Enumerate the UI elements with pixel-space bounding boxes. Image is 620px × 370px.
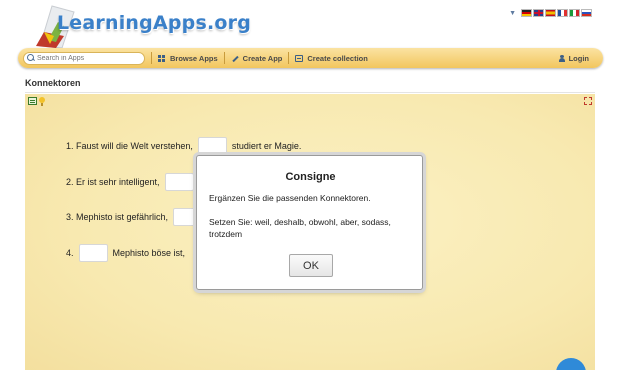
flag-ru-icon[interactable] [581, 9, 592, 17]
page-title: Konnektoren [25, 78, 81, 88]
lightbulb-icon[interactable] [39, 97, 45, 106]
dialog-title: Consigne [285, 171, 336, 183]
flag-de-icon[interactable] [521, 9, 532, 17]
answer-gap-4[interactable] [78, 244, 108, 262]
sentence-2-start: 2. Er ist sehr intelligent, [66, 177, 160, 187]
search-box[interactable] [23, 51, 145, 65]
user-icon [558, 54, 565, 62]
title-divider [25, 92, 595, 93]
answer-gap-2[interactable] [164, 173, 194, 191]
sentence-1-start: 1. Faust will die Welt verstehen, [66, 141, 193, 151]
login-label: Login [568, 53, 589, 63]
logo-text: LearningApps.org [57, 12, 252, 34]
login-link[interactable]: Login [558, 53, 589, 63]
flag-fr-icon[interactable] [557, 9, 568, 17]
sentence-1-end: studiert er Magie. [231, 141, 302, 151]
create-collection-label: Create collection [307, 53, 368, 63]
browse-apps-label: Browse Apps [170, 53, 218, 63]
page: LearningApps.org ▼ Browse Apps Create Ap… [0, 0, 620, 370]
search-icon [27, 54, 35, 62]
flag-es-icon[interactable] [545, 9, 556, 17]
language-bar: ▼ [509, 7, 592, 19]
sentence-1: 1. Faust will die Welt verstehen, studie… [66, 137, 301, 155]
sentence-4-end: Mephisto böse ist, [112, 248, 186, 258]
notes-icon[interactable] [28, 97, 37, 105]
nav-divider [223, 52, 225, 64]
main-navbar: Browse Apps Create App Create collection… [18, 48, 603, 68]
grid-icon [158, 54, 166, 62]
pencil-icon [231, 55, 239, 62]
flag-en-icon[interactable] [533, 9, 544, 17]
ok-button[interactable]: OK [289, 254, 333, 277]
nav-divider [151, 52, 152, 64]
create-app-link[interactable]: Create App [231, 54, 283, 63]
create-app-label: Create App [242, 53, 283, 63]
browse-apps-link[interactable]: Browse Apps [158, 54, 218, 63]
sentence-4: 4. Mephisto böse ist, [66, 244, 185, 262]
flag-it-icon[interactable] [569, 9, 580, 17]
sentence-2: 2. Er ist sehr intelligent, [66, 173, 199, 191]
fullscreen-icon[interactable] [584, 97, 592, 105]
create-collection-link[interactable]: Create collection [295, 53, 368, 63]
instruction-dialog: Consigne Ergänzen Sie die passenden Konn… [196, 155, 423, 290]
logo[interactable]: LearningApps.org [30, 0, 251, 50]
dialog-line-1: Ergänzen Sie die passenden Konnektoren. [209, 193, 371, 203]
sentence-3: 3. Mephisto ist gefährlich, [66, 208, 207, 226]
answer-gap-1[interactable] [197, 137, 227, 155]
dialog-line-2: Setzen Sie: weil, deshalb, obwohl, aber,… [209, 217, 391, 239]
sentence-3-start: 3. Mephisto ist gefährlich, [66, 212, 169, 222]
sentence-4-start: 4. [66, 248, 74, 258]
dialog-body: Ergänzen Sie die passenden Konnektoren. … [209, 192, 414, 240]
collection-icon [295, 54, 304, 62]
nav-divider [288, 52, 290, 64]
dropdown-caret-icon[interactable]: ▼ [509, 10, 516, 17]
search-input[interactable] [37, 54, 142, 62]
